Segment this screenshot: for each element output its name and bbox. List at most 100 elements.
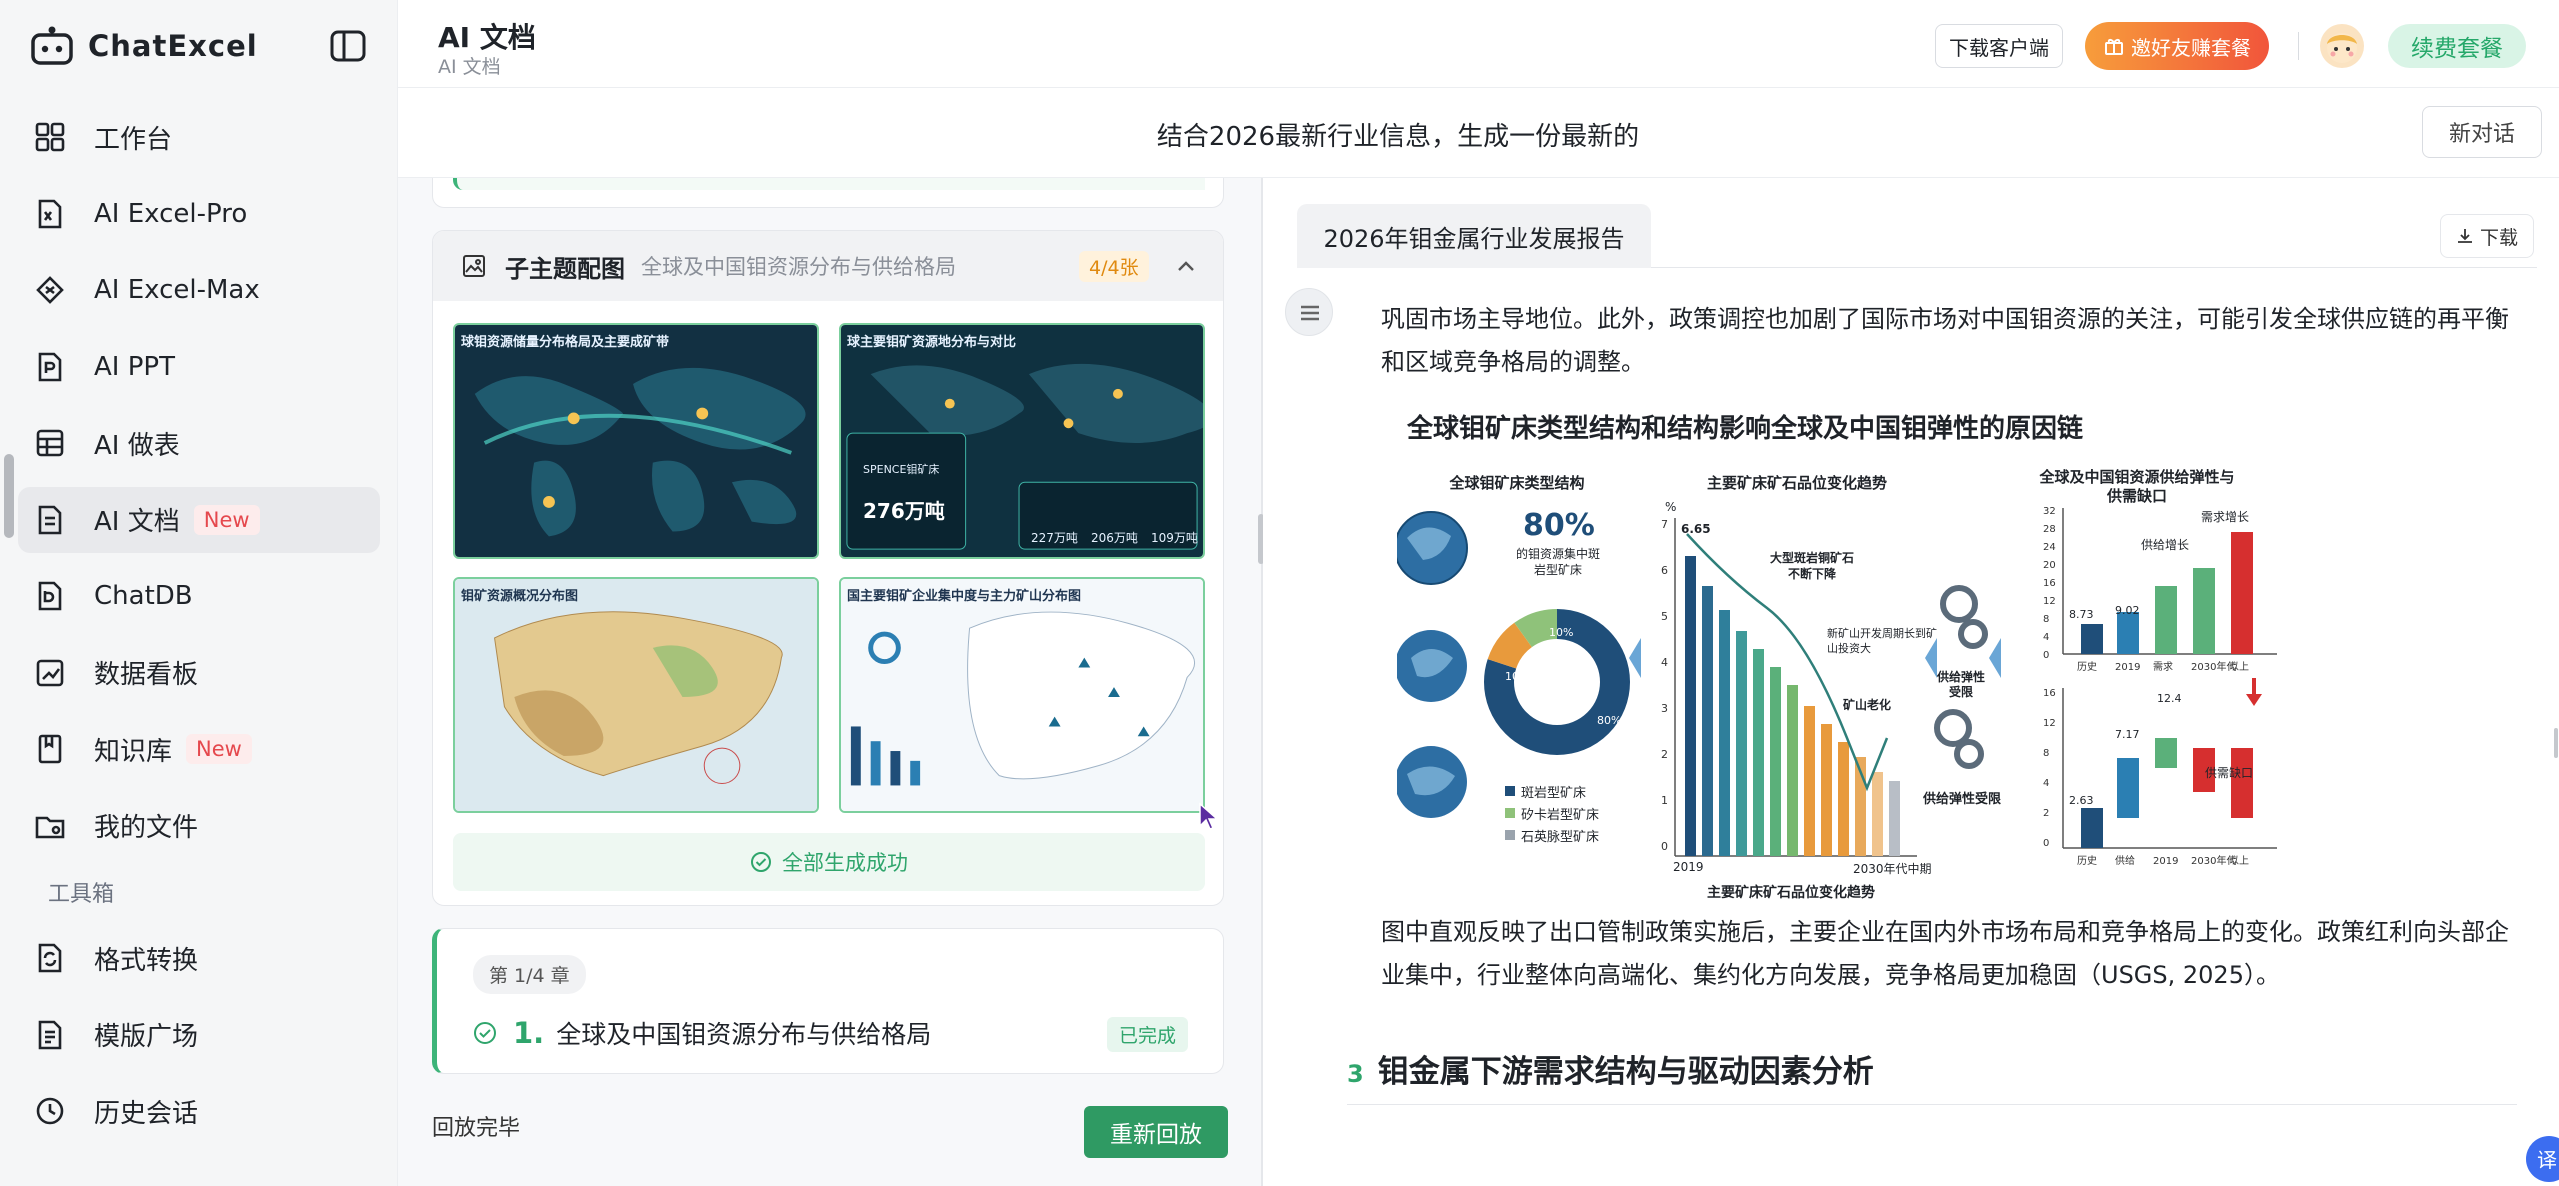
sidebar-item-label: AI Excel-Max bbox=[94, 275, 260, 305]
translate-icon: 译 bbox=[2537, 1148, 2557, 1172]
trend-bar bbox=[1702, 586, 1713, 856]
sidebar-item-ai-table[interactable]: AI 做表 bbox=[18, 410, 380, 476]
figure-panel-title: 全球钼矿床类型结构 bbox=[1449, 474, 1585, 492]
document-figure[interactable]: 7 6 5 4 3 2 1 0 32 28 24 20 16 12 8 4 0 16 12 8 4 2 0 历史 2019 需求 2… bbox=[1397, 408, 2297, 901]
trend-bar bbox=[1736, 631, 1747, 856]
trend-bar bbox=[1821, 724, 1832, 856]
table-icon bbox=[36, 429, 64, 457]
replay-status-text: 回放完毕 bbox=[432, 1116, 521, 1141]
download-client-button[interactable]: 下载客户端 bbox=[1935, 24, 2063, 68]
sidebar-item-history[interactable]: 历史会话 bbox=[18, 1078, 380, 1144]
sidebar-item-template-plaza[interactable]: 模版广场 bbox=[18, 1002, 380, 1068]
chart-annotation: 供需缺口 bbox=[2205, 766, 2254, 780]
knowledge-icon bbox=[38, 734, 62, 764]
axis-tick-label: 8 bbox=[2043, 614, 2049, 625]
previous-card bbox=[432, 178, 1224, 208]
axis-tick-label: 3 bbox=[1661, 702, 1668, 715]
trend-bar bbox=[1872, 772, 1883, 856]
renew-plan-button[interactable]: 续费套餐 bbox=[2388, 24, 2526, 68]
history-icon bbox=[36, 1097, 64, 1125]
axis-tick-label: 7 bbox=[1661, 518, 1668, 531]
data-label: 8.73 bbox=[2069, 608, 2094, 621]
brand[interactable]: ChatExcel bbox=[30, 18, 258, 74]
sidebar-item-dashboard[interactable]: 数据看板 bbox=[18, 640, 380, 706]
thumbnail-caption: SPENCE钼矿床 bbox=[863, 463, 940, 476]
sidebar-item-workbench[interactable]: 工作台 bbox=[18, 104, 380, 170]
axis-tick-label: 12 bbox=[2043, 596, 2056, 607]
download-label: 下载 bbox=[2479, 226, 2518, 249]
replay-button[interactable]: 重新回放 bbox=[1084, 1106, 1228, 1158]
database-icon bbox=[38, 581, 62, 611]
page-title: AI 文档 bbox=[438, 21, 536, 54]
subtopic-label: 子主题配图 bbox=[505, 254, 625, 283]
axis-tick-label: 0 bbox=[1661, 840, 1668, 853]
sidebar-item-knowledge[interactable]: 知识库 New bbox=[18, 716, 380, 782]
generated-image-thumbnail[interactable]: 国主要钼矿企业集中度与主力矿山分布图 bbox=[839, 577, 1205, 813]
gap-bar bbox=[2081, 808, 2103, 848]
generated-image-thumbnail[interactable]: 钼矿资源概况分布图 bbox=[453, 577, 819, 813]
donut-label: 80% bbox=[1597, 714, 1622, 727]
chevron-up-icon[interactable] bbox=[1175, 255, 1197, 277]
gap-bar bbox=[2117, 758, 2139, 818]
sidebar-item-ai-document[interactable]: AI 文档 New bbox=[18, 486, 380, 553]
table-of-contents-button[interactable] bbox=[1285, 288, 1333, 336]
ppt-icon bbox=[38, 352, 62, 381]
supply-bar bbox=[2117, 612, 2139, 654]
figure-big-percent: 80% bbox=[1523, 508, 1595, 543]
axis-tick-label: 2030年代中期 bbox=[1853, 862, 1932, 876]
chapter-card[interactable]: 第 1/4 章 1. 全球及中国钼资源分布与供给格局 已完成 bbox=[432, 928, 1224, 1074]
supply-bar bbox=[2155, 586, 2177, 654]
sidebar-item-ai-ppt[interactable]: AI PPT bbox=[18, 334, 380, 400]
sidebar: ChatExcel 工作台 AI Excel-Pro AI Excel-Max … bbox=[0, 0, 398, 1186]
document-icon bbox=[38, 505, 62, 534]
axis-tick-label: 1 bbox=[1661, 794, 1668, 807]
conversation-bar: 结合2026最新行业信息，生成一份最新的 新对话 bbox=[398, 88, 2559, 178]
generated-image-thumbnail[interactable]: 球主要钼矿资源地分布与对比 SPENCE钼矿床 276万吨 227万吨 206万… bbox=[839, 323, 1205, 559]
section-title: 钼金属下游需求结构与驱动因素分析 bbox=[1377, 1054, 1874, 1090]
menu-icon bbox=[1301, 305, 1319, 321]
data-label: 2.63 bbox=[2069, 794, 2094, 807]
china-mines-map-image bbox=[841, 579, 1203, 811]
thumbnail-value: 276万吨 bbox=[863, 499, 945, 523]
invite-friends-button[interactable]: 邀好友赚套餐 bbox=[2085, 22, 2269, 70]
sidebar-item-chatdb[interactable]: ChatDB bbox=[18, 563, 380, 629]
convert-icon bbox=[38, 943, 62, 973]
sidebar-item-label: 工作台 bbox=[94, 124, 173, 155]
sidebar-item-label: AI 文档 bbox=[94, 507, 180, 537]
subtopic-image-card: 子主题配图 全球及中国钼资源分布与供给格局 4/4张 球钼资源储量分布格局及主要… bbox=[432, 230, 1224, 906]
sidebar-collapse-icon[interactable] bbox=[328, 28, 368, 64]
translate-button[interactable]: 译 bbox=[2526, 1136, 2559, 1182]
subtopic-card-header[interactable]: 子主题配图 全球及中国钼资源分布与供给格局 4/4张 bbox=[433, 231, 1223, 301]
sidebar-item-label: 模版广场 bbox=[94, 1022, 199, 1052]
breadcrumb[interactable]: AI 文档 bbox=[438, 52, 501, 79]
right-panel-handle[interactable] bbox=[2554, 728, 2558, 758]
mouse-cursor-icon bbox=[1199, 802, 1219, 830]
section-heading: 3 钼金属下游需求结构与驱动因素分析 bbox=[1347, 1046, 1874, 1091]
sidebar-item-format-convert[interactable]: 格式转换 bbox=[18, 925, 380, 991]
category-label: 以上 bbox=[2229, 855, 2249, 867]
toolbox-section-title: 工具箱 bbox=[48, 882, 115, 907]
tab-document[interactable]: 2026年钼金属行业发展报告 bbox=[1297, 204, 1651, 268]
document-panel[interactable]: 2026年钼金属行业发展报告 下载 巩固市场主导地位。此外，政策调控也加剧了国际… bbox=[1263, 178, 2559, 1186]
chart-annotation: 大型斑岩铜矿石不断下降 bbox=[1769, 551, 1854, 581]
figure-panel-title: 全球及中国钼资源供给弹性与供需缺口 bbox=[2039, 468, 2235, 505]
subtopic-description: 全球及中国钼资源分布与供给格局 bbox=[641, 255, 956, 279]
avatar[interactable] bbox=[2320, 24, 2364, 68]
generation-panel[interactable]: 子主题配图 全球及中国钼资源分布与供给格局 4/4张 球钼资源储量分布格局及主要… bbox=[398, 178, 1261, 1186]
top-header: AI 文档 AI 文档 下载客户端 邀好友赚套餐 续费套餐 bbox=[398, 0, 2559, 88]
new-chat-button[interactable]: 新对话 bbox=[2422, 106, 2542, 158]
sidebar-item-ai-excel-pro[interactable]: AI Excel-Pro bbox=[18, 181, 380, 247]
trend-bar bbox=[1787, 685, 1798, 856]
dashboard-icon bbox=[36, 659, 64, 686]
generated-image-thumbnail[interactable]: 球钼资源储量分布格局及主要成矿带 bbox=[453, 323, 819, 559]
chapter-number: 1. bbox=[513, 1016, 545, 1050]
conversation-title: 结合2026最新行业信息，生成一份最新的 bbox=[1156, 122, 1640, 152]
flow-label: 供给弹性受限 bbox=[1922, 792, 2001, 807]
globe-icons bbox=[1397, 511, 1468, 818]
sidebar-scroll-indicator[interactable] bbox=[4, 454, 14, 538]
download-button[interactable]: 下载 bbox=[2440, 214, 2534, 258]
sidebar-item-ai-excel-max[interactable]: AI Excel-Max bbox=[18, 257, 380, 323]
sidebar-item-my-files[interactable]: 我的文件 bbox=[18, 793, 380, 859]
thumbnail-value: 109万吨 bbox=[1151, 531, 1198, 545]
trend-bar bbox=[1719, 610, 1730, 856]
